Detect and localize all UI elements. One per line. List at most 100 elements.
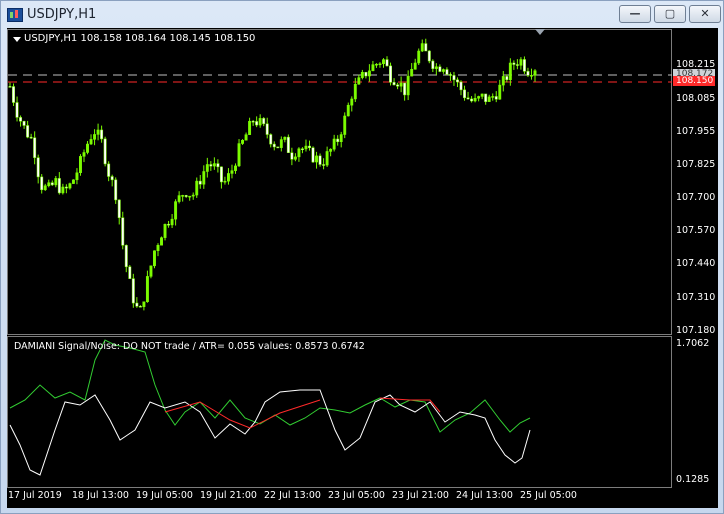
candle-body <box>61 186 65 194</box>
price-axis-label: 107.180 <box>676 325 716 336</box>
candle-body <box>230 170 234 174</box>
candle-body <box>216 163 220 168</box>
candle-body <box>36 157 40 178</box>
candle-body <box>353 83 357 100</box>
chart-shift-marker[interactable] <box>535 29 545 35</box>
candle-body <box>93 134 97 140</box>
candle-body <box>96 129 100 135</box>
candle-body <box>12 86 15 103</box>
time-axis-label: 23 Jul 05:00 <box>328 490 385 501</box>
candle-body <box>357 77 361 85</box>
candle-body <box>448 74 452 76</box>
candle-body <box>392 82 396 86</box>
candle-body <box>124 245 128 268</box>
time-axis-label: 25 Jul 05:00 <box>520 490 577 501</box>
candle-body <box>135 302 139 307</box>
chart-canvas[interactable] <box>0 0 724 514</box>
candle-body <box>325 151 329 166</box>
candle-body <box>160 237 163 246</box>
candle-body <box>219 166 223 183</box>
candle-body <box>265 123 269 135</box>
noise-line <box>9 389 531 476</box>
candle-body <box>223 180 227 183</box>
candle-body <box>131 278 135 304</box>
price-axis-label: 107.825 <box>676 159 716 170</box>
candle-body <box>410 69 414 77</box>
time-axis-label: 19 Jul 21:00 <box>200 490 257 501</box>
candle-body <box>512 62 516 65</box>
candle-body <box>480 93 484 97</box>
candle-body <box>121 217 125 246</box>
candle-body <box>54 178 58 186</box>
candle-body <box>29 136 33 139</box>
indicator-axis-bottom: 0.1285 <box>676 474 710 485</box>
candle-body <box>181 195 185 197</box>
candle-body <box>389 65 392 83</box>
candle-body <box>322 164 326 166</box>
price-axis-label: 107.440 <box>676 258 716 269</box>
time-axis-label: 23 Jul 21:00 <box>392 490 449 501</box>
candle-body <box>177 195 181 202</box>
candle-body <box>156 244 160 251</box>
candle-body <box>89 139 93 145</box>
candle-body <box>346 104 350 117</box>
candle-body <box>371 64 375 72</box>
candle-body <box>86 143 89 153</box>
candle-body <box>114 179 118 201</box>
candle-body <box>530 75 533 77</box>
candle-body <box>75 172 79 181</box>
candle-body <box>279 139 283 148</box>
candle-body <box>491 96 495 98</box>
candle-body <box>399 82 403 87</box>
candle-body <box>417 50 421 64</box>
candle-body <box>445 69 449 75</box>
candle-body <box>8 86 12 88</box>
candle-body <box>452 75 456 81</box>
candle-body <box>406 75 410 96</box>
candle-body <box>515 64 519 66</box>
price-axis-label: 107.700 <box>676 192 716 203</box>
price-axis-label: 108.085 <box>676 93 716 104</box>
candle-body <box>494 96 498 100</box>
ohlc-header: USDJPY,H1 108.158 108.164 108.145 108.15… <box>24 33 256 44</box>
candle-body <box>431 60 435 69</box>
candle-body <box>237 143 241 167</box>
candle-body <box>251 120 255 123</box>
candle-body <box>227 173 230 182</box>
candle-body <box>209 164 213 167</box>
symbol-menu-icon[interactable] <box>13 37 21 42</box>
candle-body <box>195 180 199 196</box>
candle-body <box>248 120 252 135</box>
candle-body <box>272 143 276 148</box>
candle-body <box>364 72 368 77</box>
candle-body <box>22 121 26 126</box>
candle-body <box>57 178 61 194</box>
candle-body <box>304 145 308 150</box>
candle-body <box>234 165 237 171</box>
candle-body <box>255 121 259 126</box>
candle-body <box>470 98 474 102</box>
candle-body <box>533 70 537 76</box>
candle-body <box>269 134 273 145</box>
indicator-label: DAMIANI Signal/Noise: DO NOT trade / ATR… <box>14 341 365 352</box>
candle-body <box>484 93 488 102</box>
candle-body <box>336 138 340 143</box>
candle-body <box>15 102 19 118</box>
candle-body <box>244 134 248 141</box>
candle-body <box>505 76 509 81</box>
candle-body <box>374 63 378 66</box>
candle-body <box>487 96 491 102</box>
candle-body <box>315 155 318 163</box>
candle-body <box>145 276 149 303</box>
candle-body <box>311 147 315 163</box>
candle-body <box>283 136 287 140</box>
candle-body <box>100 129 104 140</box>
candle-body <box>33 137 37 158</box>
time-axis-label: 22 Jul 13:00 <box>264 490 321 501</box>
candle-body <box>473 97 477 102</box>
candle-body <box>466 97 470 100</box>
candle-body <box>501 76 505 86</box>
time-axis-label: 19 Jul 05:00 <box>136 490 193 501</box>
candle-body <box>71 179 75 184</box>
candle-body <box>441 69 445 72</box>
